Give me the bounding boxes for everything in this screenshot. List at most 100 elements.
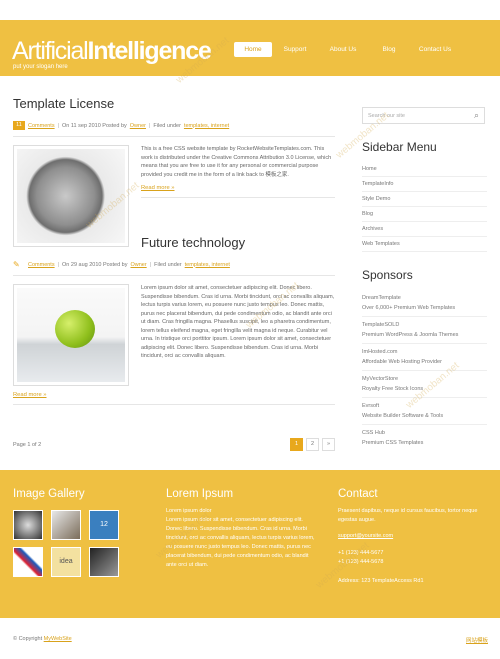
sponsor-desc: Royalty Free Stock Icons (362, 386, 424, 392)
comments-link[interactable]: Comments (28, 262, 55, 268)
sponsor-desc: Premium CSS Templates (362, 440, 424, 446)
gallery-thumb[interactable] (13, 547, 43, 577)
pagination: Page 1 of 2 1 2 » (13, 438, 335, 451)
contact-title: Contact (338, 488, 378, 500)
sponsor-item[interactable]: TemplateSOLD Premium WordPress & Joomla T… (362, 317, 487, 344)
sidebar: Search our site ⌕ Sidebar Menu Home Temp… (362, 107, 487, 451)
read-more-link[interactable]: Read more » (13, 392, 47, 398)
sponsor-desc: Website Builder Software & Tools (362, 413, 444, 419)
sidebar-item-style-demo[interactable]: Style Demo (362, 192, 487, 207)
author-link[interactable]: Owner (130, 123, 146, 129)
gallery-thumb[interactable] (13, 510, 43, 540)
contact-phone: +1 (123) 444-5678 (338, 559, 384, 565)
footer-lorem: Lorem Ipsum Lorem ipsum dolor Lorem ipsu… (166, 488, 316, 570)
main-content: Template License 11 Comments | On 11 sep… (13, 96, 335, 405)
footer: Image Gallery 12 idea Lorem Ipsum Lorem … (0, 470, 500, 618)
lorem-text: Lorem ipsum dolor Lorem ipsum dolor sit … (166, 508, 315, 568)
bottom-bar: © Copyright MyWebSite 网站模板 (0, 618, 500, 659)
search-placeholder: Search our site (368, 112, 405, 119)
author-link[interactable]: Owner (130, 262, 146, 268)
tags-link[interactable]: templates, internet (185, 262, 230, 268)
post-meta: 11 Comments | On 11 sep 2010 Posted by O… (13, 121, 335, 130)
nav-about-us[interactable]: About Us (318, 42, 368, 57)
lorem-title: Lorem Ipsum (166, 488, 234, 500)
post: Template License 11 Comments | On 11 sep… (13, 96, 335, 247)
contact-address: Address: 123 TemplateAccess Rd1 (338, 578, 424, 584)
sponsor-name: DreamTemplate (362, 295, 401, 301)
page-links: 1 2 » (290, 438, 335, 451)
nav-support[interactable]: Support (272, 42, 318, 57)
sidebar-item-archives[interactable]: Archives (362, 222, 487, 237)
contact-email[interactable]: support@yoursite.com (338, 533, 488, 539)
nav-blog[interactable]: Blog (368, 42, 410, 57)
tags-link[interactable]: templates, internet (184, 123, 229, 129)
page-2-button[interactable]: 2 (306, 438, 319, 451)
comments-link[interactable]: Comments (28, 123, 55, 129)
comment-count-badge: 11 (13, 121, 25, 130)
main-nav: Home Support About Us Blog Contact Us (234, 42, 460, 57)
post-title[interactable]: Template License (13, 96, 335, 111)
comment-icon: ✎ (13, 260, 20, 269)
post-excerpt: This is a free CSS website template by R… (141, 146, 332, 178)
post-image (13, 145, 129, 247)
post-body: This is a free CSS website template by R… (13, 145, 335, 247)
sponsor-name: TemplateSOLD (362, 322, 400, 328)
sidebar-menu: Home TemplateInfo Style Demo Blog Archiv… (362, 162, 487, 252)
sidebar-item-home[interactable]: Home (362, 162, 487, 177)
gallery-thumb[interactable]: idea (51, 547, 81, 577)
next-page-button[interactable]: » (322, 438, 335, 451)
nav-home[interactable]: Home (234, 42, 272, 57)
post-meta: ✎ Comments | On 29 aug 2010 Posted by Ow… (13, 260, 230, 269)
gallery-thumb[interactable] (51, 510, 81, 540)
divider (13, 404, 335, 405)
sponsors-title: Sponsors (362, 268, 413, 282)
page-1-button[interactable]: 1 (290, 438, 303, 451)
site-link[interactable]: MyWebSite (44, 636, 72, 642)
sponsor-desc: Over 6,000+ Premium Web Templates (362, 305, 456, 311)
sidebar-menu-title: Sidebar Menu (362, 140, 437, 154)
post-excerpt: Lorem ipsum dolor sit amet, consectetuer… (141, 285, 335, 359)
contact-phone: +1 (123) 444-5677 (338, 550, 384, 556)
filed-under: Filed under (153, 122, 181, 129)
divider (13, 136, 335, 137)
sponsor-desc: Affordable Web Hosting Provider (362, 359, 442, 365)
search-input[interactable]: Search our site ⌕ (362, 107, 485, 124)
footer-contact: Contact Praesent dapibus, neque id cursu… (338, 488, 488, 586)
footer-gallery: Image Gallery 12 idea (13, 488, 119, 577)
header: ArtificialIntelligence put your slogan h… (0, 20, 500, 76)
copyright-text: © Copyright (13, 636, 43, 642)
sidebar-item-templateinfo[interactable]: TemplateInfo (362, 177, 487, 192)
page-info: Page 1 of 2 (13, 441, 42, 448)
sponsor-item[interactable]: CSS Hub Premium CSS Templates (362, 425, 487, 451)
credit-link[interactable]: 网站模板 (466, 636, 488, 644)
sponsor-name: MyVectorStore (362, 376, 399, 382)
gallery-title: Image Gallery (13, 488, 85, 500)
sidebar-item-web-templates[interactable]: Web Templates (362, 237, 487, 252)
logo-bold-text: Intelligence (87, 37, 212, 65)
logo[interactable]: ArtificialIntelligence (12, 37, 212, 66)
sponsor-item[interactable]: MyVectorStore Royalty Free Stock Icons (362, 371, 487, 398)
post-date: On 29 aug 2010 Posted by (62, 261, 128, 268)
gallery-thumb[interactable] (89, 547, 119, 577)
sponsor-item[interactable]: Evrsoft Website Builder Software & Tools (362, 398, 487, 425)
gallery-thumb[interactable]: 12 (89, 510, 119, 540)
post-body: Lorem ipsum dolor sit amet, consectetuer… (13, 284, 335, 386)
slogan: put your slogan here (13, 64, 68, 70)
filed-under: Filed under (154, 261, 182, 268)
sponsor-item[interactable]: ImHosted.com Affordable Web Hosting Provi… (362, 344, 487, 371)
post-image (13, 284, 129, 386)
nav-contact-us[interactable]: Contact Us (410, 42, 460, 57)
sponsors-list: DreamTemplate Over 6,000+ Premium Web Tem… (362, 290, 487, 451)
sponsor-name: ImHosted.com (362, 349, 398, 355)
sponsor-item[interactable]: DreamTemplate Over 6,000+ Premium Web Tem… (362, 290, 487, 317)
copyright: © Copyright MyWebSite (13, 636, 72, 642)
gallery-grid: 12 idea (13, 510, 119, 577)
sidebar-item-blog[interactable]: Blog (362, 207, 487, 222)
sponsor-name: CSS Hub (362, 430, 385, 436)
divider (141, 197, 335, 198)
search-icon[interactable]: ⌕ (474, 110, 479, 121)
sponsor-name: Evrsoft (362, 403, 380, 409)
contact-text: Praesent dapibus, neque id cursus faucib… (338, 508, 478, 523)
read-more-link[interactable]: Read more » (141, 185, 175, 191)
divider (13, 275, 335, 276)
